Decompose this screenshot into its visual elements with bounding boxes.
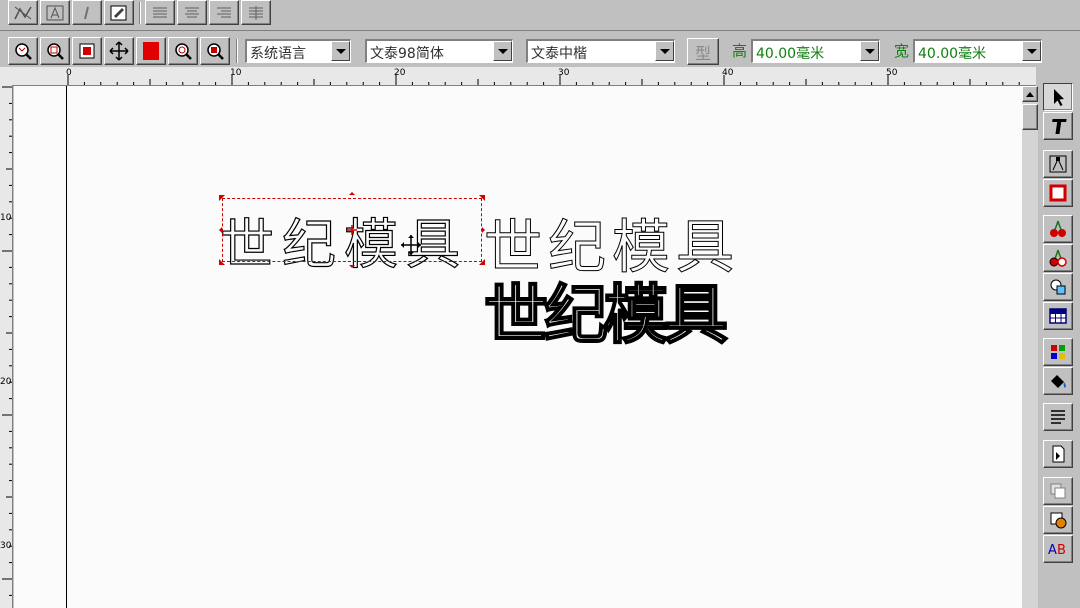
canvas-text-bold-outline[interactable]: 世纪模具 bbox=[483, 264, 729, 356]
vertical-ruler: 10 20 30 bbox=[0, 85, 13, 608]
graph-icon[interactable] bbox=[8, 0, 38, 25]
select-arrow-icon[interactable] bbox=[1043, 83, 1073, 111]
svg-text:A: A bbox=[1048, 543, 1057, 558]
zoom-fit-icon[interactable] bbox=[8, 37, 38, 65]
layers-icon[interactable] bbox=[1043, 477, 1073, 505]
fill-bucket-icon[interactable] bbox=[1043, 367, 1073, 395]
fill-color-icon[interactable] bbox=[136, 37, 166, 65]
chevron-down-icon[interactable] bbox=[860, 41, 879, 61]
font-select-value: 文泰98简体 bbox=[370, 46, 444, 62]
scroll-thumb[interactable] bbox=[1022, 104, 1038, 130]
ruler-label: 10 bbox=[230, 68, 242, 78]
page-flip-icon[interactable] bbox=[1043, 440, 1073, 468]
horizontal-ruler: 0 10 20 30 40 50 bbox=[0, 67, 1036, 86]
font-select[interactable]: 文泰98简体 bbox=[365, 39, 513, 63]
align-center-icon[interactable] bbox=[177, 0, 207, 25]
height-label: 高 bbox=[732, 42, 748, 60]
width-input-value: 40.00毫米 bbox=[918, 46, 987, 62]
toolbar-separator bbox=[236, 39, 238, 63]
type-button-label: 型 bbox=[694, 43, 711, 63]
format-toolbar bbox=[0, 0, 1080, 31]
rectangle-icon[interactable] bbox=[1043, 179, 1073, 207]
ruler-label: 0 bbox=[66, 68, 72, 78]
pan-icon[interactable] bbox=[104, 37, 134, 65]
shapes-icon[interactable] bbox=[1043, 273, 1073, 301]
svg-text:B: B bbox=[1057, 543, 1066, 558]
right-toolbox: AB bbox=[1038, 72, 1080, 608]
chevron-down-icon[interactable] bbox=[331, 41, 350, 61]
width-label: 宽 bbox=[894, 42, 910, 60]
ruler-label: 50 bbox=[886, 68, 898, 78]
height-input[interactable]: 40.00毫米 bbox=[751, 39, 880, 63]
height-input-value: 40.00毫米 bbox=[756, 46, 825, 62]
text-frame-icon[interactable] bbox=[40, 0, 70, 25]
vertical-scrollbar[interactable] bbox=[1022, 86, 1038, 608]
ruler-label: 20 bbox=[394, 68, 406, 78]
cherry-icon[interactable] bbox=[1043, 215, 1073, 243]
table-icon[interactable] bbox=[1043, 302, 1073, 330]
page-margin-line bbox=[66, 86, 67, 608]
color-grid-icon[interactable] bbox=[1043, 338, 1073, 366]
gradient-icon[interactable] bbox=[1043, 506, 1073, 534]
text-tool-icon[interactable] bbox=[1043, 112, 1073, 140]
toolbar-separator bbox=[139, 2, 141, 24]
paragraph-icon[interactable] bbox=[1043, 403, 1073, 431]
ab-text-icon[interactable]: AB bbox=[1043, 535, 1073, 563]
edit-icon[interactable] bbox=[104, 0, 134, 25]
style-select[interactable]: 文泰中楷 bbox=[526, 39, 675, 63]
zoom-in-icon[interactable] bbox=[40, 37, 70, 65]
ruler-label: 30 bbox=[0, 541, 12, 551]
chevron-down-icon[interactable] bbox=[655, 41, 674, 61]
ruler-label: 30 bbox=[558, 68, 570, 78]
align-right-icon[interactable] bbox=[209, 0, 239, 25]
move-cursor-icon bbox=[401, 235, 421, 255]
language-select-value: 系统语言 bbox=[250, 46, 306, 62]
align-left-icon[interactable] bbox=[145, 0, 175, 25]
ruler-label: 20 bbox=[0, 377, 12, 387]
ruler-label: 40 bbox=[722, 68, 734, 78]
chevron-down-icon[interactable] bbox=[1022, 41, 1041, 61]
zoom-out-icon[interactable] bbox=[168, 37, 198, 65]
selected-text-object[interactable]: 世纪模具 bbox=[219, 192, 485, 277]
selection-handles bbox=[219, 192, 485, 268]
scroll-up-button[interactable] bbox=[1022, 86, 1038, 102]
chevron-down-icon[interactable] bbox=[493, 41, 512, 61]
width-input[interactable]: 40.00毫米 bbox=[913, 39, 1042, 63]
drawing-canvas[interactable]: 世纪模具 世纪模具 世纪模具 bbox=[14, 86, 1022, 608]
ruler-label: 10 bbox=[0, 213, 12, 223]
node-edit-icon[interactable] bbox=[1043, 150, 1073, 178]
zoom-select-icon[interactable] bbox=[72, 37, 102, 65]
align-justify-icon[interactable] bbox=[241, 0, 271, 25]
italic-icon[interactable] bbox=[72, 0, 102, 25]
style-select-value: 文泰中楷 bbox=[531, 46, 587, 62]
type-button[interactable]: 型 bbox=[687, 38, 719, 65]
language-select[interactable]: 系统语言 bbox=[245, 39, 351, 63]
zoom-page-icon[interactable] bbox=[200, 37, 230, 65]
cherry-outline-icon[interactable] bbox=[1043, 244, 1073, 272]
